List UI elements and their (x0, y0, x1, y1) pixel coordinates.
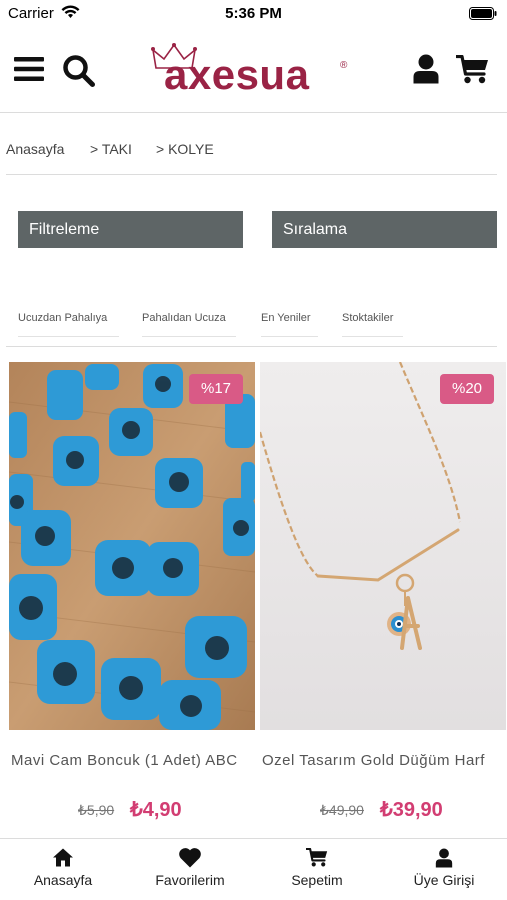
old-price: ₺49,90 (320, 802, 364, 818)
product-name[interactable]: Mavi Cam Boncuk (1 Adet) ABC (11, 752, 255, 769)
sort-option-price-desc[interactable]: Pahalıdan Ucuza (142, 312, 236, 337)
product-image-gold-necklace[interactable]: %20 (260, 362, 506, 730)
breadcrumb-item-taki[interactable]: > TAKI (90, 141, 132, 157)
new-price: ₺39,90 (380, 799, 443, 821)
product-name[interactable]: Ozel Tasarım Gold Düğüm Harf (262, 752, 506, 769)
logo-registered-mark: ® (340, 60, 348, 71)
breadcrumb-item-home[interactable]: Anasayfa (6, 141, 64, 157)
tab-bar: Anasayfa Favorilerim Sepetim Üye Girişi (0, 838, 507, 900)
tab-label: Üye Girişi (413, 872, 475, 888)
tab-member-login[interactable]: Üye Girişi (381, 839, 507, 900)
product-card[interactable]: %20 Ozel Tasarım Gold Düğüm Harf ₺49,90 … (260, 362, 506, 832)
heart-icon (179, 848, 201, 868)
user-icon (435, 848, 453, 868)
breadcrumb-item-kolye[interactable]: > KOLYE (156, 141, 214, 157)
brand-logo[interactable]: axesua ® (150, 42, 355, 104)
sort-option-newest[interactable]: En Yeniler (261, 312, 318, 337)
tab-label: Sepetim (291, 872, 343, 888)
cart-icon[interactable] (456, 55, 489, 84)
old-price: ₺5,90 (78, 802, 115, 818)
cart-icon (306, 848, 328, 867)
tab-label: Anasayfa (33, 872, 93, 888)
discount-badge: %20 (440, 374, 494, 404)
home-icon (53, 848, 73, 867)
product-image-blue-beads[interactable]: %17 (9, 362, 255, 730)
discount-badge: %17 (189, 374, 243, 404)
sort-button[interactable]: Sıralama (272, 211, 497, 248)
blue-beads-photo (9, 362, 255, 730)
new-price: ₺4,90 (130, 799, 182, 821)
tab-favorites[interactable]: Favorilerim (127, 839, 253, 900)
gold-necklace-photo (260, 362, 506, 730)
user-icon[interactable] (413, 54, 439, 84)
filter-button[interactable]: Filtreleme (18, 211, 243, 248)
logo-text: axesua (164, 51, 310, 98)
sort-option-price-asc[interactable]: Ucuzdan Pahalıya (18, 312, 119, 337)
tab-cart[interactable]: Sepetim (254, 839, 380, 900)
battery-icon (469, 7, 497, 20)
product-card[interactable]: %17 Mavi Cam Boncuk (1 Adet) ABC ₺5,90 ₺… (9, 362, 255, 832)
search-icon[interactable] (62, 54, 95, 87)
tab-home[interactable]: Anasayfa (0, 839, 126, 900)
tab-label: Favorilerim (155, 872, 225, 888)
status-time: 5:36 PM (225, 5, 282, 22)
sort-option-in-stock[interactable]: Stoktakiler (342, 312, 403, 337)
app-header: axesua ® (0, 28, 507, 113)
breadcrumb-divider (6, 174, 497, 175)
menu-icon[interactable] (14, 56, 44, 82)
status-bar: Carrier 5:36 PM (0, 0, 507, 28)
sort-divider (6, 346, 497, 347)
